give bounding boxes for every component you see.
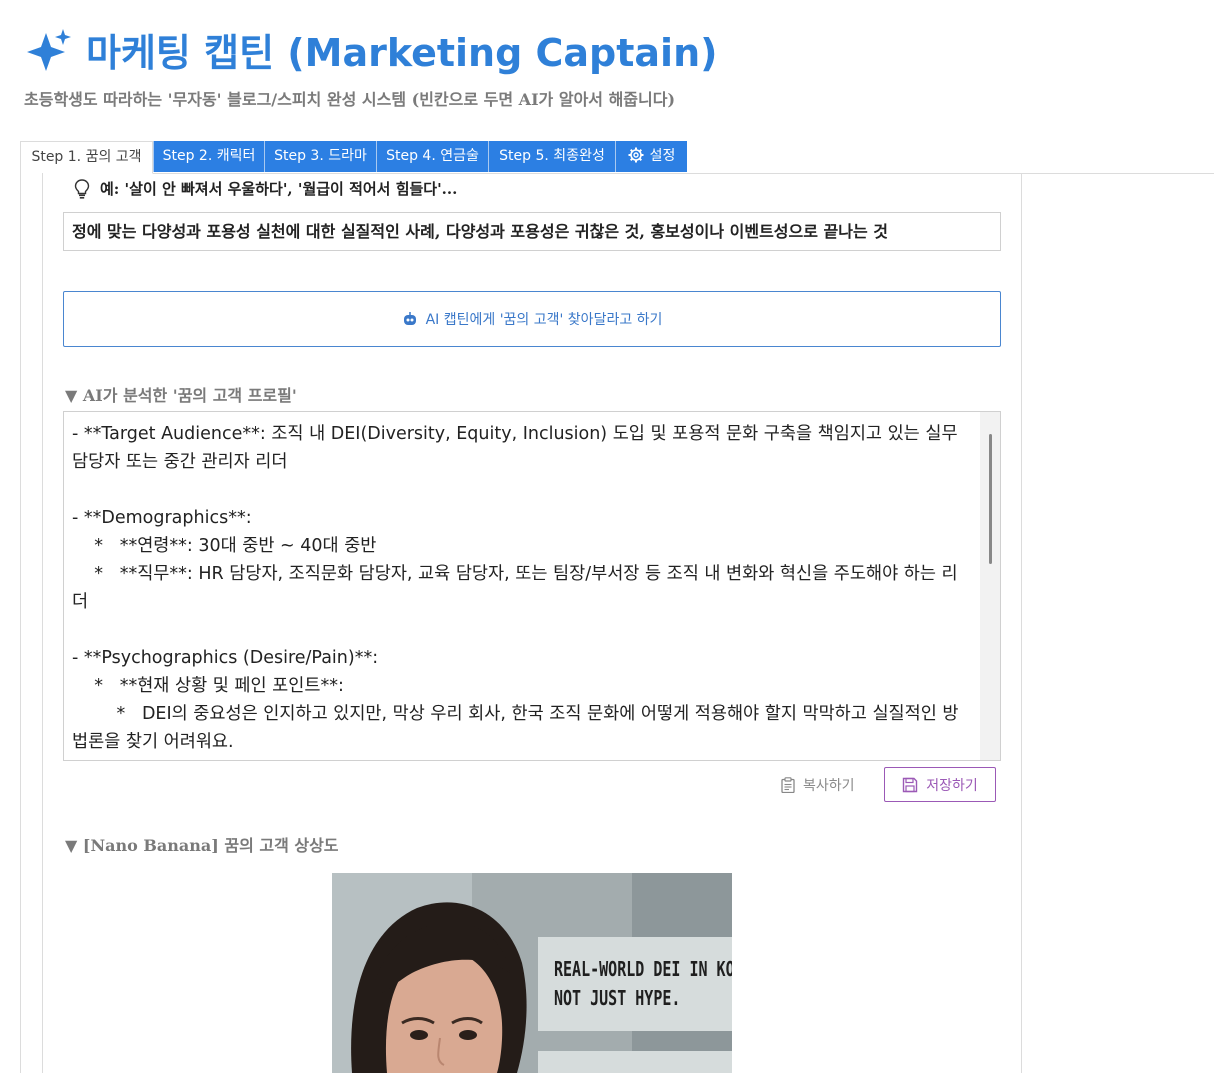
find-dream-customer-label: AI 캡틴에게 '꿈의 고객' 찾아달라고 하기	[425, 312, 663, 328]
find-dream-customer-button[interactable]: AI 캡틴에게 '꿈의 고객' 찾아달라고 하기	[63, 291, 1001, 347]
tab-step1[interactable]: Step 1. 꿈의 고객	[20, 141, 153, 174]
tab-settings[interactable]: 설정	[615, 141, 687, 172]
panel-border-right	[1021, 173, 1022, 1073]
overlay-line2: NOT JUST HYPE.	[554, 986, 681, 1010]
gear-icon	[628, 147, 644, 162]
app-title: 마케팅 캡틴 (Marketing Captain)	[26, 22, 718, 77]
sparkle-icon	[27, 28, 71, 71]
tab-step2[interactable]: Step 2. 캐릭터	[153, 141, 264, 172]
tab-step3-label: Step 3. 드라마	[274, 148, 367, 164]
clipboard-icon	[781, 777, 795, 793]
step-tab-bar: Step 1. 꿈의 고객 Step 2. 캐릭터 Step 3. 드라마 St…	[20, 141, 1214, 174]
tab-step4[interactable]: Step 4. 연금술	[376, 141, 488, 172]
copy-label: 복사하기	[803, 778, 855, 794]
tab-settings-label: 설정	[649, 148, 676, 164]
panel-border-left	[20, 173, 21, 1073]
save-label: 저장하기	[926, 777, 978, 794]
app-title-text: 마케팅 캡틴 (Marketing Captain)	[86, 31, 718, 75]
customer-profile-textarea[interactable]: - **Target Audience**: 조직 내 DEI(Diversit…	[63, 411, 1001, 761]
floppy-disk-icon	[903, 777, 918, 792]
hint-text: 예: '살이 안 빠져서 우울하다', '월급이 적어서 힘들다'...	[100, 180, 458, 198]
input-hint: 예: '살이 안 빠져서 우울하다', '월급이 적어서 힘들다'...	[74, 178, 457, 199]
profile-scrollbar[interactable]	[980, 412, 1000, 760]
profile-section-toggle[interactable]: ▼ AI가 분석한 '꿈의 고객 프로필'	[65, 382, 297, 406]
tab-step3[interactable]: Step 3. 드라마	[264, 141, 376, 172]
tab-step5-label: Step 5. 최종완성	[499, 148, 605, 164]
lightbulb-icon	[74, 178, 90, 199]
tab-step4-label: Step 4. 연금술	[386, 148, 479, 164]
image-overlay-caption: REAL-WORLD DEI IN KORE NOT JUST HYPE.	[554, 955, 732, 1013]
copy-button[interactable]: 복사하기	[781, 770, 855, 800]
profile-scrollbar-thumb[interactable]	[989, 434, 992, 564]
save-button[interactable]: 저장하기	[884, 767, 996, 802]
tab-step5[interactable]: Step 5. 최종완성	[488, 141, 615, 172]
pain-point-input[interactable]: 정에 맞는 다양성과 포용성 실천에 대한 실질적인 사례, 다양성과 포용성은…	[63, 212, 1001, 251]
dream-customer-image: REAL-WORLD DEI IN KORE NOT JUST HYPE.	[332, 873, 732, 1073]
image-section-toggle[interactable]: ▼ [Nano Banana] 꿈의 고객 상상도	[65, 832, 339, 856]
panel-border-inner	[42, 173, 43, 1073]
app-subtitle: 초등학생도 따라하는 '무자동' 블로그/스피치 완성 시스템 (빈칸으로 두면…	[24, 90, 676, 109]
overlay-line1: REAL-WORLD DEI IN KORE	[554, 957, 732, 981]
tab-step1-label: Step 1. 꿈의 고객	[31, 149, 142, 165]
robot-icon	[403, 312, 416, 325]
customer-profile-text: - **Target Audience**: 조직 내 DEI(Diversit…	[72, 424, 959, 752]
tab-step2-label: Step 2. 캐릭터	[162, 148, 256, 164]
